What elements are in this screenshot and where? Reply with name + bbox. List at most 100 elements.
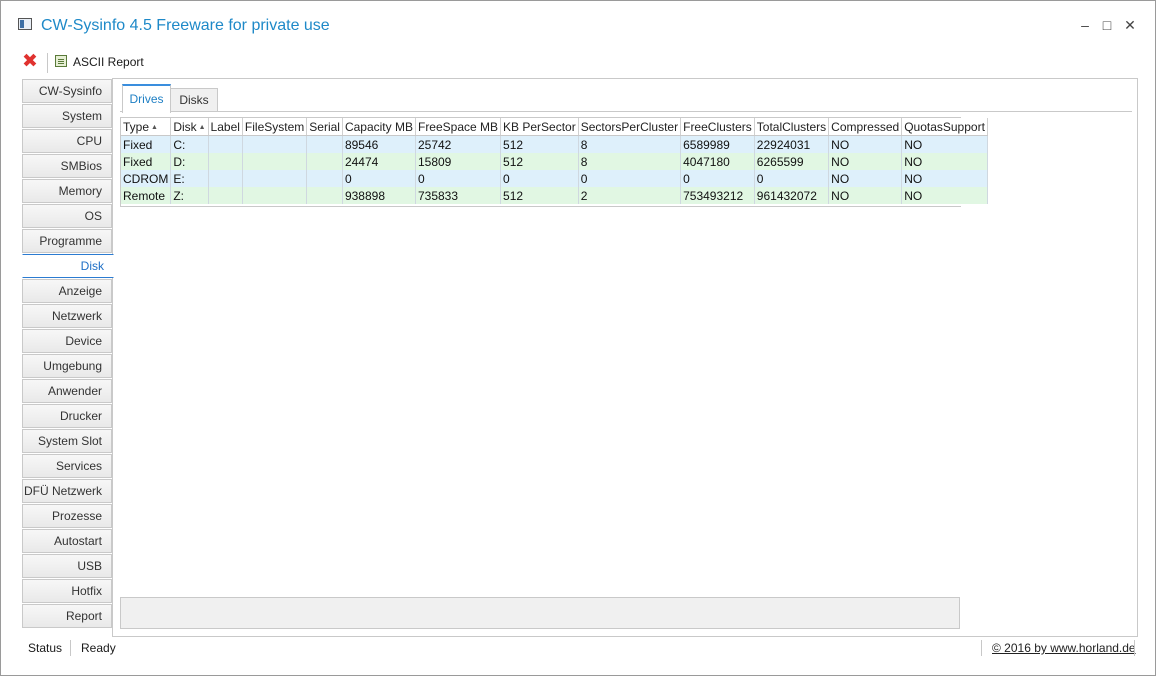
table-cell: NO — [828, 170, 903, 187]
column-header[interactable]: QuotasSupport — [901, 118, 988, 136]
column-header[interactable]: KB PerSector — [500, 118, 579, 136]
sidebar-item[interactable]: Programme — [22, 229, 112, 253]
column-header[interactable]: FreeClusters — [680, 118, 755, 136]
table-cell: 0 — [500, 170, 579, 187]
drives-table: Type Disk Label FileSystem Serial Capacity MB… — [121, 118, 988, 204]
sidebar-item[interactable]: Netzwerk — [22, 304, 112, 328]
exit-icon[interactable]: ✖ — [22, 52, 38, 71]
column-header[interactable]: Serial — [306, 118, 343, 136]
column-header-label: FileSystem — [244, 119, 305, 134]
column-header-label: Serial — [309, 119, 340, 134]
status-separator — [1134, 640, 1135, 656]
main-panel: Drives Disks Type Disk Label FileSystem Seri… — [112, 78, 1138, 637]
sidebar-item[interactable]: DFÜ Netzwerk — [22, 479, 112, 503]
table-cell: 512 — [500, 187, 579, 204]
sidebar-item[interactable]: Report — [22, 604, 112, 628]
column-header[interactable]: SectorsPerCluster — [578, 118, 682, 136]
table-cell: E: — [170, 170, 209, 187]
column-header-label: Disk — [173, 120, 205, 134]
sidebar-item[interactable]: Device — [22, 329, 112, 353]
table-cell: 4047180 — [680, 153, 755, 170]
table-cell — [208, 170, 243, 187]
report-icon[interactable] — [55, 55, 67, 67]
table-cell: NO — [828, 135, 903, 153]
table-cell: 753493212 — [680, 187, 755, 204]
sidebar-item[interactable]: CPU — [22, 129, 112, 153]
table-cell — [242, 187, 308, 204]
copyright-link[interactable]: © 2016 by www.horland.de — [992, 641, 1136, 655]
column-header[interactable]: FreeSpace MB — [415, 118, 502, 136]
sidebar-item-label: CW-Sysinfo — [38, 84, 102, 98]
column-header[interactable]: Label — [208, 118, 243, 136]
sidebar-item[interactable]: Anwender — [22, 379, 112, 403]
sidebar-item[interactable]: System Slot — [22, 429, 112, 453]
table-cell: D: — [170, 153, 209, 170]
table-cell: 25742 — [415, 135, 502, 153]
sidebar-item[interactable]: Memory — [22, 179, 112, 203]
table-cell: NO — [901, 187, 988, 204]
table-cell — [306, 170, 343, 187]
minimize-button[interactable]: – — [1073, 15, 1097, 35]
toolbar: ✖ ASCII Report — [1, 49, 401, 75]
sidebar-item-label: CPU — [76, 134, 102, 148]
table-cell: 8 — [578, 153, 682, 170]
column-header[interactable]: Type — [121, 118, 172, 136]
app-icon — [18, 18, 32, 30]
sidebar-item[interactable]: USB — [22, 554, 112, 578]
sidebar-item[interactable]: Drucker — [22, 404, 112, 428]
sidebar-item-label: System Slot — [37, 434, 102, 448]
sidebar-item[interactable]: Services — [22, 454, 112, 478]
table-cell: 24474 — [342, 153, 416, 170]
tab-drives[interactable]: Drives — [122, 84, 171, 113]
sidebar-item-label: Report — [65, 609, 102, 623]
sidebar-item[interactable]: CW-Sysinfo — [22, 79, 112, 103]
column-header-label: Compressed — [831, 119, 900, 134]
table-cell: 0 — [754, 170, 830, 187]
drives-table-container: Type Disk Label FileSystem Serial Capacity MB… — [120, 117, 988, 207]
sidebar-item-label: Programme — [39, 234, 102, 248]
status-separator — [70, 640, 71, 656]
table-cell: 938898 — [342, 187, 416, 204]
table-row[interactable]: CDROM E: 0 0 0 0 0 0 NO NO — [121, 170, 988, 187]
column-header[interactable]: Disk — [170, 118, 209, 136]
sidebar-item-label: Device — [65, 334, 102, 348]
column-header[interactable]: Capacity MB — [342, 118, 416, 136]
tab-disks[interactable]: Disks — [170, 88, 218, 111]
sidebar-item-label: Anwender — [47, 384, 102, 398]
table-row[interactable]: Remote Z: 938898 735833 512 2 753493212 9614320… — [121, 187, 988, 204]
table-cell: NO — [828, 153, 903, 170]
table-row[interactable]: Fixed C: 89546 25742 512 8 6589989 22924031 NO NO — [121, 135, 988, 153]
column-header[interactable]: Compressed — [828, 118, 903, 136]
sidebar-item[interactable]: Autostart — [22, 529, 112, 553]
sidebar-item[interactable]: Prozesse — [22, 504, 112, 528]
status-label: Status — [28, 641, 63, 655]
column-header[interactable]: TotalClusters — [754, 118, 830, 136]
sidebar-item[interactable]: Hotfix — [22, 579, 112, 603]
sidebar-item[interactable]: Umgebung — [22, 354, 112, 378]
table-cell — [208, 187, 243, 204]
sidebar-item-label: Hotfix — [71, 584, 102, 598]
app-window: CW-Sysinfo 4.5 Freeware for private use … — [0, 0, 1156, 676]
table-cell — [242, 170, 308, 187]
column-header-label: QuotasSupport — [904, 119, 985, 134]
sidebar-item[interactable]: Disk — [22, 254, 114, 278]
sidebar-item[interactable]: Anzeige — [22, 279, 112, 303]
status-value: Ready — [81, 641, 116, 655]
maximize-button[interactable]: □ — [1095, 15, 1119, 35]
close-button[interactable]: ✕ — [1118, 15, 1142, 35]
table-row[interactable]: Fixed D: 24474 15809 512 8 4047180 6265599 NO NO — [121, 153, 988, 170]
sidebar-item[interactable]: System — [22, 104, 112, 128]
table-cell: 15809 — [415, 153, 502, 170]
sidebar-item-label: USB — [77, 559, 102, 573]
column-header[interactable]: FileSystem — [242, 118, 308, 136]
sidebar-item[interactable]: OS — [22, 204, 112, 228]
sidebar-item[interactable]: SMBios — [22, 154, 112, 178]
sidebar-item-label: SMBios — [60, 159, 102, 173]
table-cell — [242, 153, 308, 170]
ascii-report-button[interactable]: ASCII Report — [73, 55, 144, 69]
status-bar: Status Ready © 2016 by www.horland.de — [1, 637, 1155, 659]
table-cell: Remote — [121, 187, 172, 204]
column-header-label: Label — [210, 119, 240, 134]
table-cell: NO — [901, 153, 988, 170]
sidebar-item-label: Services — [55, 459, 102, 473]
